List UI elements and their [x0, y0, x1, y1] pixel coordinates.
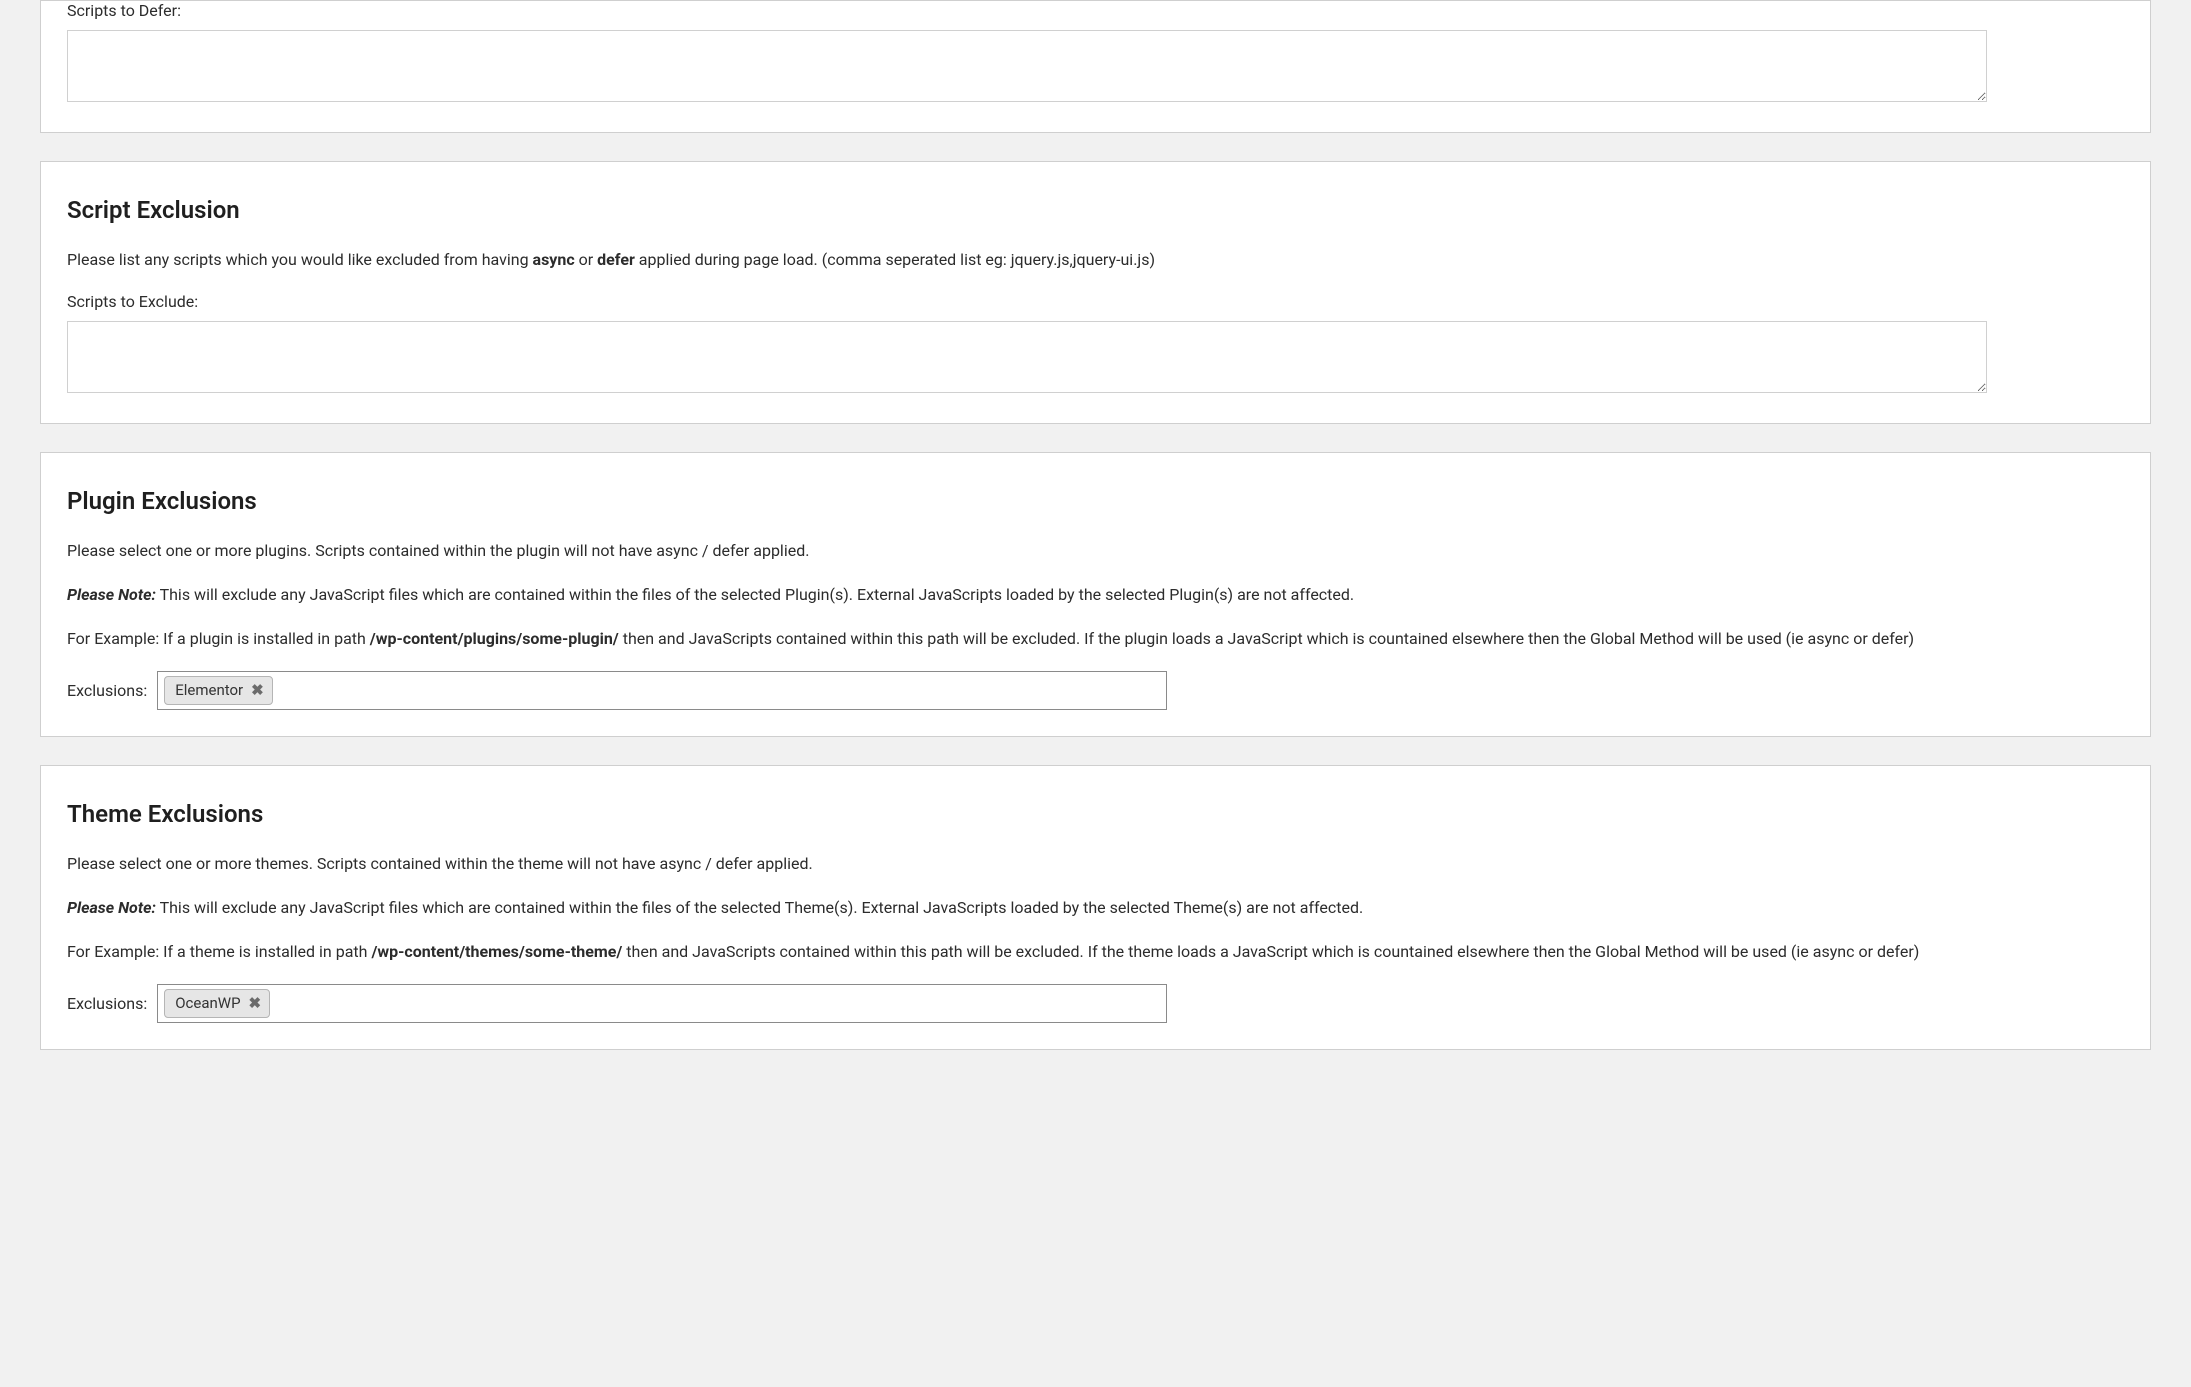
- chip-oceanwp[interactable]: OceanWP ✖: [164, 989, 270, 1018]
- plugin-exclusions-row: Exclusions: Elementor ✖: [67, 671, 2124, 710]
- note-label: Please Note:: [67, 585, 156, 604]
- note-text: This will exclude any JavaScript files w…: [156, 898, 1363, 917]
- theme-exclusions-note: Please Note: This will exclude any JavaS…: [67, 896, 2124, 920]
- plugin-exclusions-title: Plugin Exclusions: [67, 487, 2124, 515]
- close-icon[interactable]: ✖: [249, 996, 262, 1011]
- scripts-to-defer-card: Scripts to Defer:: [40, 0, 2151, 133]
- text-fragment: applied during page load. (comma seperat…: [635, 250, 1155, 269]
- script-exclusion-title: Script Exclusion: [67, 196, 2124, 224]
- text-fragment: Please list any scripts which you would …: [67, 250, 533, 269]
- script-exclusion-description: Please list any scripts which you would …: [67, 248, 2124, 272]
- plugin-exclusions-p1: Please select one or more plugins. Scrip…: [67, 539, 2124, 563]
- plugin-exclusions-card: Plugin Exclusions Please select one or m…: [40, 452, 2151, 737]
- note-text: This will exclude any JavaScript files w…: [156, 585, 1354, 604]
- text-bold-defer: defer: [597, 250, 635, 269]
- text-fragment: or: [575, 250, 597, 269]
- theme-exclusions-row: Exclusions: OceanWP ✖: [67, 984, 2124, 1023]
- plugin-exclusions-select-label: Exclusions:: [67, 681, 147, 700]
- theme-exclusions-example: For Example: If a theme is installed in …: [67, 940, 2124, 964]
- scripts-to-defer-label: Scripts to Defer:: [67, 1, 2124, 20]
- example-path: /wp-content/plugins/some-plugin/: [370, 629, 619, 648]
- theme-exclusions-select-label: Exclusions:: [67, 994, 147, 1013]
- chip-elementor[interactable]: Elementor ✖: [164, 676, 273, 705]
- example-path: /wp-content/themes/some-theme/: [371, 942, 622, 961]
- settings-page: Scripts to Defer: Script Exclusion Pleas…: [0, 0, 2191, 1108]
- plugin-exclusions-example: For Example: If a plugin is installed in…: [67, 627, 2124, 651]
- text-fragment: then and JavaScripts contained within th…: [622, 942, 1919, 961]
- note-label: Please Note:: [67, 898, 156, 917]
- script-exclusion-card: Script Exclusion Please list any scripts…: [40, 161, 2151, 424]
- scripts-to-exclude-label: Scripts to Exclude:: [67, 292, 2124, 311]
- text-fragment: For Example: If a theme is installed in …: [67, 942, 371, 961]
- theme-exclusions-card: Theme Exclusions Please select one or mo…: [40, 765, 2151, 1050]
- theme-exclusions-title: Theme Exclusions: [67, 800, 2124, 828]
- plugin-exclusions-note: Please Note: This will exclude any JavaS…: [67, 583, 2124, 607]
- scripts-to-exclude-textarea[interactable]: [67, 321, 1987, 393]
- text-fragment: then and JavaScripts contained within th…: [619, 629, 1914, 648]
- theme-exclusions-p1: Please select one or more themes. Script…: [67, 852, 2124, 876]
- scripts-to-defer-textarea[interactable]: [67, 30, 1987, 102]
- chip-label: OceanWP: [175, 993, 240, 1014]
- plugin-exclusions-multiselect[interactable]: Elementor ✖: [157, 671, 1167, 710]
- close-icon[interactable]: ✖: [251, 683, 264, 698]
- text-fragment: For Example: If a plugin is installed in…: [67, 629, 370, 648]
- text-bold-async: async: [533, 250, 575, 269]
- chip-label: Elementor: [175, 680, 243, 701]
- theme-exclusions-multiselect[interactable]: OceanWP ✖: [157, 984, 1167, 1023]
